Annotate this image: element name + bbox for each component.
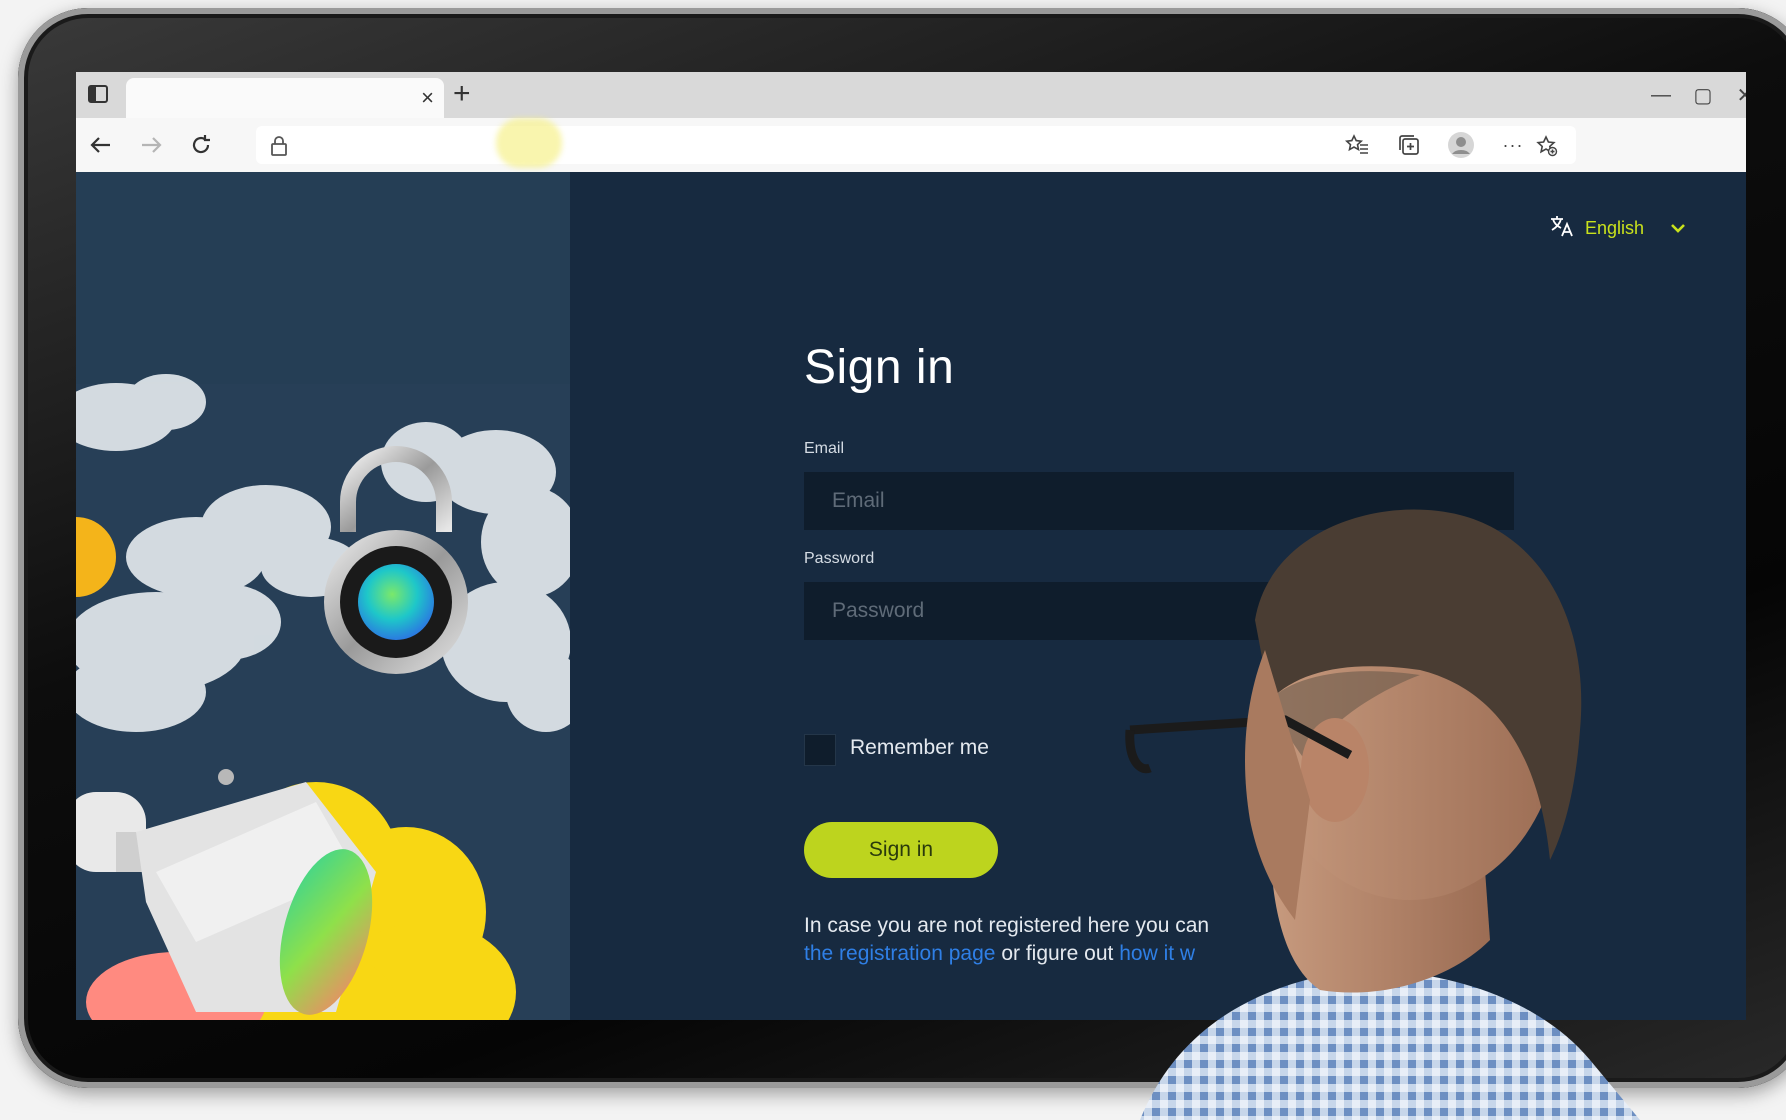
email-label: Email (804, 440, 845, 457)
person-photo (1125, 509, 1640, 1120)
collections-icon[interactable] (1394, 130, 1424, 160)
tab-strip: × + — ▢ ✕ (76, 72, 1746, 118)
tab-close-icon[interactable]: × (421, 86, 434, 110)
back-arrow-icon[interactable] (86, 130, 116, 160)
browser-tab[interactable]: × (126, 78, 444, 118)
password-label: Password (804, 550, 875, 567)
signin-button[interactable]: Sign in (804, 822, 998, 878)
lock-icon[interactable] (270, 136, 288, 161)
maximize-icon[interactable]: ▢ (1688, 80, 1718, 110)
remember-me-label[interactable]: Remember me (850, 736, 989, 760)
security-illustration (76, 374, 570, 1020)
info-middle: or figure out (1001, 942, 1114, 965)
remember-me-checkbox[interactable] (804, 734, 836, 766)
translate-icon (1549, 214, 1575, 243)
address-toolbar: ··· (76, 118, 1746, 173)
more-icon[interactable]: ··· (1498, 130, 1528, 160)
profile-icon[interactable] (1446, 130, 1476, 160)
language-selector[interactable]: English (1549, 214, 1686, 243)
tab-actions-icon[interactable] (86, 82, 110, 106)
minimize-icon[interactable]: — (1646, 80, 1676, 110)
close-window-icon[interactable]: ✕ (1730, 80, 1746, 110)
favorites-icon[interactable] (1342, 130, 1372, 160)
illustration-panel (76, 172, 570, 1020)
url-input[interactable] (256, 118, 1576, 168)
chevron-down-icon (1670, 220, 1686, 238)
new-tab-icon[interactable]: + (453, 78, 471, 110)
refresh-icon[interactable] (186, 130, 216, 160)
language-label: English (1584, 218, 1644, 238)
add-favorite-icon[interactable] (1536, 135, 1558, 162)
forward-arrow-icon[interactable] (136, 130, 166, 160)
cursor-highlight (496, 118, 562, 168)
registration-link[interactable]: the registration page (804, 942, 995, 965)
page-title: Sign in (804, 341, 955, 394)
